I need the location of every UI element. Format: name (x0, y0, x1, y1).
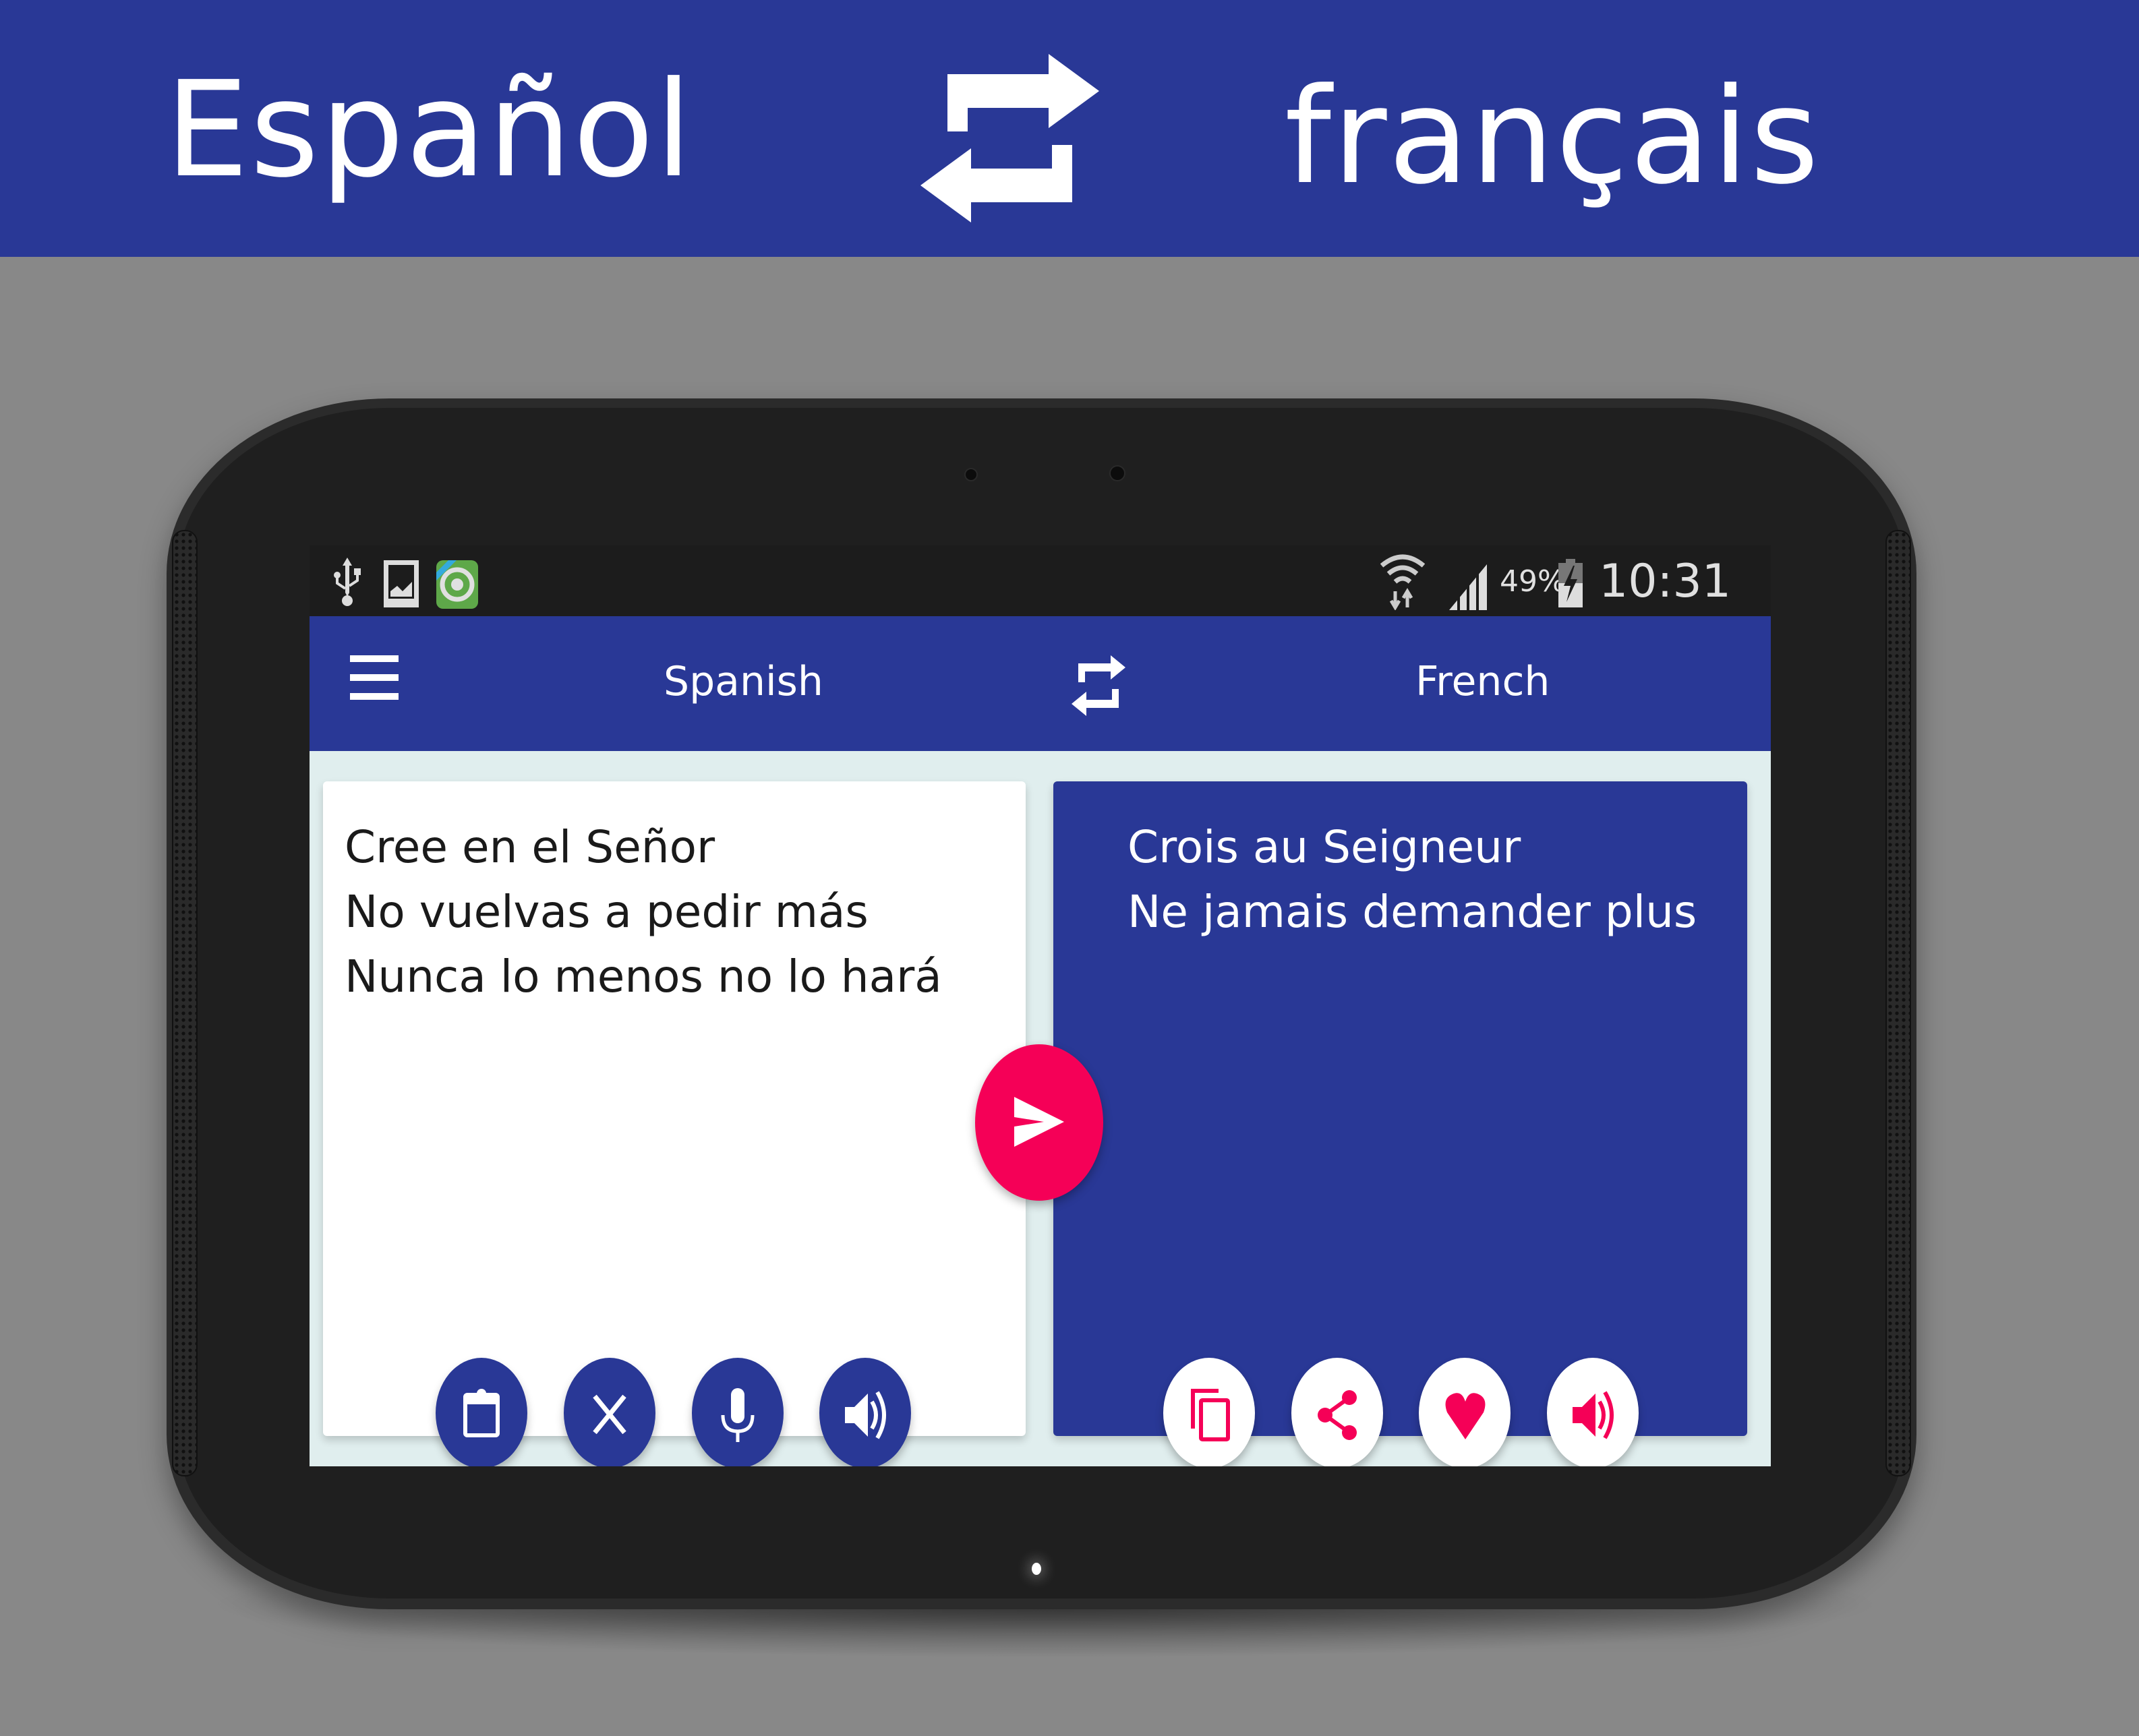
app-notification-icon (436, 560, 478, 609)
gallery-icon (384, 560, 419, 607)
favorite-button[interactable] (1419, 1358, 1511, 1466)
front-camera (1109, 465, 1125, 481)
speaker-grille-left (172, 530, 198, 1476)
banner-target-language: français (1285, 60, 1821, 214)
input-card: Cree en el Señor No vuelvas a pedir más … (323, 781, 1026, 1466)
banner-source-language: Español (165, 53, 694, 207)
share-button[interactable] (1291, 1358, 1383, 1466)
sensor-dot (964, 468, 978, 481)
copy-button[interactable] (1163, 1358, 1255, 1466)
app-toolbar: Spanish French (310, 616, 1771, 751)
speak-translation-button[interactable] (1547, 1358, 1639, 1466)
speaker-icon (845, 1391, 886, 1439)
send-icon (1014, 1097, 1064, 1147)
copy-icon (1191, 1389, 1230, 1441)
share-icon (1318, 1390, 1357, 1440)
speak-source-button[interactable] (819, 1358, 911, 1466)
usb-icon (334, 558, 361, 606)
source-language-selector[interactable]: Spanish (664, 658, 823, 705)
clipboard-icon (463, 1389, 500, 1437)
voice-input-button[interactable] (692, 1358, 784, 1466)
clear-button[interactable] (564, 1358, 655, 1466)
promo-banner: Español français (0, 0, 2139, 257)
target-language-selector[interactable]: French (1415, 658, 1550, 705)
output-card: Crois au Seigneur Ne jamais demander plu… (1053, 781, 1747, 1466)
source-text-input[interactable]: Cree en el Señor No vuelvas a pedir más … (345, 815, 942, 1009)
heart-icon (1445, 1393, 1486, 1439)
translated-text: Crois au Seigneur Ne jamais demander plu… (1127, 821, 1697, 938)
paste-button[interactable] (436, 1358, 527, 1466)
wifi-icon (1380, 554, 1425, 610)
translate-button[interactable] (975, 1044, 1103, 1201)
swap-arrows-icon (920, 54, 1099, 222)
battery-percent: 49% (1500, 564, 1566, 599)
speaker-icon (1573, 1391, 1614, 1439)
hamburger-menu-icon[interactable] (350, 655, 399, 709)
app-screen: 49% 10:31 AM Spanish French Cree en el S… (310, 545, 1771, 1466)
swap-languages-button[interactable] (1072, 655, 1125, 716)
home-indicator-light (1032, 1563, 1041, 1575)
status-bar: 49% 10:31 AM (310, 545, 1771, 661)
signal-icon (1449, 564, 1487, 610)
battery-charging-icon (1558, 559, 1583, 607)
microphone-icon (721, 1388, 755, 1442)
speaker-grille-right (1885, 530, 1911, 1476)
close-icon (593, 1394, 626, 1435)
